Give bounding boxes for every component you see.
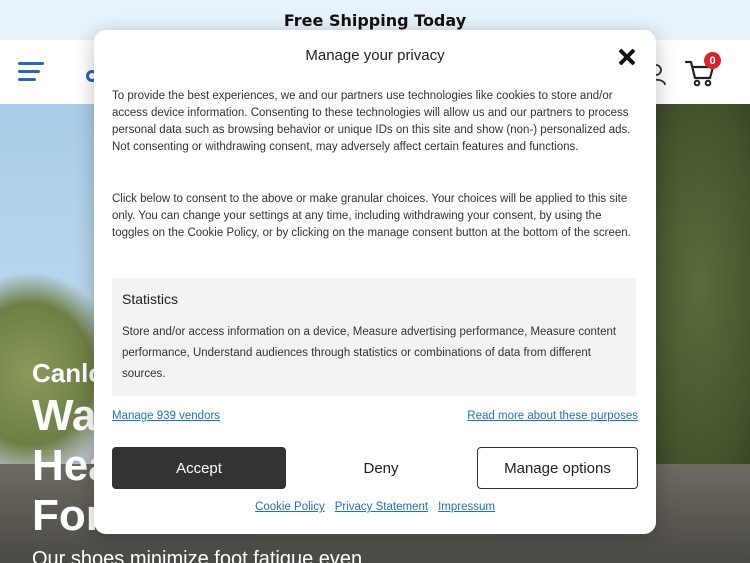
modal-footer-links: Cookie Policy Privacy Statement Impressu… xyxy=(94,501,656,513)
statistics-title: Statistics xyxy=(122,291,179,307)
close-icon[interactable] xyxy=(618,48,636,66)
menu-icon[interactable] xyxy=(18,62,44,82)
hero-subtitle: Our shoes minimize foot fatigue even xyxy=(32,548,363,563)
consent-paragraph-2: Click below to consent to the above or m… xyxy=(112,193,631,239)
statistics-section: Statistics Store and/or access informati… xyxy=(112,278,636,396)
cart-count-badge: 0 xyxy=(704,52,721,69)
manage-options-button[interactable]: Manage options xyxy=(477,447,638,489)
manage-vendors-link[interactable]: Manage 939 vendors xyxy=(112,410,220,422)
impressum-link[interactable]: Impressum xyxy=(438,501,495,513)
privacy-consent-modal: Manage your privacy To provide the best … xyxy=(94,30,656,534)
statistics-description: Store and/or access information on a dev… xyxy=(122,326,617,380)
read-more-purposes-link[interactable]: Read more about these purposes xyxy=(467,410,638,422)
consent-paragraph-1: To provide the best experiences, we and … xyxy=(112,90,631,153)
cookie-policy-link[interactable]: Cookie Policy xyxy=(255,501,325,513)
announcement-text: Free Shipping Today xyxy=(283,10,467,30)
modal-title: Manage your privacy xyxy=(305,47,445,64)
hero-headline-line3: For xyxy=(32,491,103,540)
deny-button[interactable]: Deny xyxy=(294,447,468,489)
hero-headline-line1: Wa xyxy=(32,391,97,440)
privacy-statement-link[interactable]: Privacy Statement xyxy=(335,501,428,513)
accept-button[interactable]: Accept xyxy=(112,447,286,489)
